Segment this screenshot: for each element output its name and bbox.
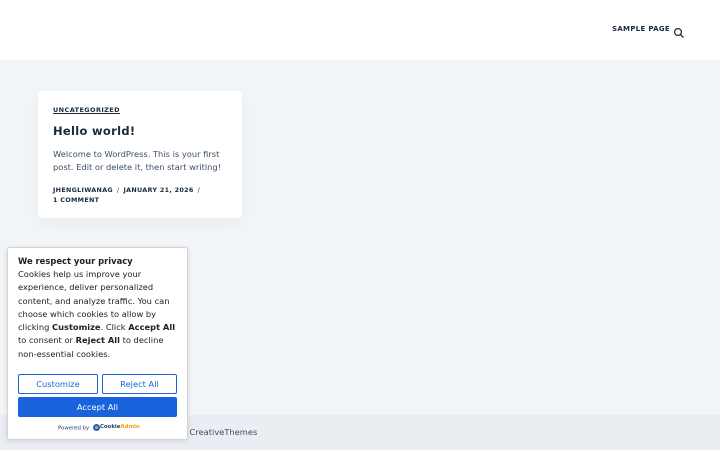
cookieadmin-logo[interactable]: CookieAdmin [92,423,140,433]
cookieadmin-logo-text: CookieAdmin [100,424,140,430]
customize-button[interactable]: Customize [18,374,98,394]
post-title[interactable]: Hello world! [53,124,135,138]
cookie-text: to consent or [18,335,76,346]
meta-separator: / [116,186,120,194]
cookie-icon [92,424,100,431]
post-card: UNCATEGORIZED Hello world! Welcome to Wo… [38,91,242,218]
cookie-text-bold: Customize [52,322,101,333]
search-icon[interactable] [673,24,685,38]
cookie-banner-description: Cookies help us improve your experience,… [18,268,182,361]
powered-by-label: Powered by [58,425,90,432]
cookie-banner-title: We respect your privacy [18,256,133,266]
post-comments-link[interactable]: 1 COMMENT [53,196,99,204]
cookie-text-bold: Accept All [128,322,176,333]
cookie-text-bold: Reject All [75,335,120,346]
reject-all-button[interactable]: Reject All [102,374,177,394]
meta-separator: / [197,186,201,194]
site-header: SAMPLE PAGE [0,0,720,60]
nav-link-sample-page[interactable]: SAMPLE PAGE [612,25,670,34]
accept-all-button[interactable]: Accept All [18,397,177,417]
footer-credit: y CreativeThemes [182,427,258,437]
post-excerpt: Welcome to WordPress. This is your first… [53,149,222,172]
brand-part-2: Admin [120,424,140,430]
powered-by: Powered by CookieAdmin [58,423,140,432]
brand-part-1: Cookie [99,424,121,430]
post-meta: JHENGLIWANAG / JANUARY 21, 2026/ 1 COMMENT [53,185,233,205]
post-author-link[interactable]: JHENGLIWANAG [53,186,113,194]
cookie-text: . Click [100,322,129,333]
post-category-link[interactable]: UNCATEGORIZED [53,106,120,114]
post-date: JANUARY 21, 2026 [123,186,194,194]
cookie-consent-banner: We respect your privacy Cookies help us … [7,247,188,440]
